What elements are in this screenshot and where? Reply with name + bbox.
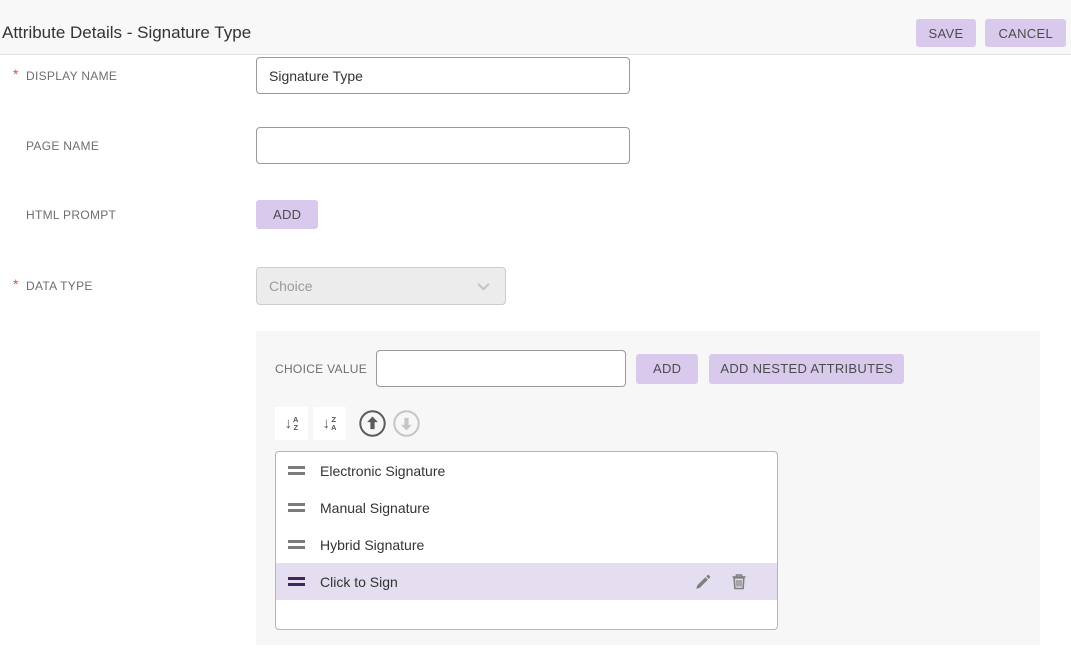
sort-z-a-icon: ↓ ZA <box>323 416 337 431</box>
sort-descending-button[interactable]: ↓ ZA <box>313 407 346 440</box>
delete-button[interactable] <box>730 573 747 590</box>
choice-item-label: Electronic Signature <box>320 463 445 479</box>
required-asterisk: * <box>13 68 21 80</box>
data-type-row: * DATA TYPE Choice <box>0 267 506 305</box>
choice-sort-toolbar: ↓ AZ ↓ ZA <box>275 407 1040 440</box>
item-actions <box>695 573 777 590</box>
edit-button[interactable] <box>695 573 712 590</box>
choice-list: Electronic Signature Manual Signature Hy… <box>275 451 778 630</box>
trash-icon <box>731 573 747 590</box>
page-name-label-cell: PAGE NAME <box>13 139 256 153</box>
choice-item-label: Click to Sign <box>320 574 398 590</box>
drag-handle-icon[interactable] <box>288 466 305 475</box>
list-item[interactable]: Hybrid Signature <box>276 526 777 563</box>
choice-value-row: CHOICE VALUE ADD ADD NESTED ATTRIBUTES <box>275 350 1040 387</box>
choice-item-label: Hybrid Signature <box>320 537 424 553</box>
move-down-button[interactable] <box>391 408 422 439</box>
html-prompt-label-cell: HTML PROMPT <box>13 208 256 222</box>
display-name-label-cell: * DISPLAY NAME <box>13 69 256 83</box>
data-type-select: Choice <box>256 267 506 305</box>
page-name-row: PAGE NAME <box>0 127 630 164</box>
page-name-input[interactable] <box>256 127 630 164</box>
move-up-button[interactable] <box>357 408 388 439</box>
header-actions: SAVE CANCEL <box>916 19 1066 47</box>
arrow-down-circle-icon <box>392 409 421 438</box>
choice-value-label: CHOICE VALUE <box>275 362 376 376</box>
display-name-label: DISPLAY NAME <box>26 69 117 83</box>
arrow-up-circle-icon <box>358 409 387 438</box>
add-nested-attributes-button[interactable]: ADD NESTED ATTRIBUTES <box>709 354 904 384</box>
data-type-label-cell: * DATA TYPE <box>13 279 256 293</box>
chevron-down-icon <box>474 277 493 296</box>
choice-value-input[interactable] <box>376 350 626 387</box>
cancel-button[interactable]: CANCEL <box>985 19 1066 47</box>
pencil-icon <box>695 573 712 590</box>
add-choice-button[interactable]: ADD <box>636 354 698 384</box>
page-name-label: PAGE NAME <box>26 139 99 153</box>
page-title: Attribute Details - Signature Type <box>2 23 916 43</box>
drag-handle-icon[interactable] <box>288 540 305 549</box>
html-prompt-add-button[interactable]: ADD <box>256 200 318 229</box>
list-item[interactable]: Electronic Signature <box>276 452 777 489</box>
data-type-label: DATA TYPE <box>26 279 93 293</box>
attribute-details-dialog: Attribute Details - Signature Type SAVE … <box>0 0 1071 654</box>
html-prompt-row: HTML PROMPT ADD <box>0 200 318 229</box>
sort-ascending-button[interactable]: ↓ AZ <box>275 407 308 440</box>
dialog-header: Attribute Details - Signature Type SAVE … <box>0 0 1071 55</box>
save-button[interactable]: SAVE <box>916 19 977 47</box>
sort-a-z-icon: ↓ AZ <box>285 416 299 431</box>
drag-handle-icon[interactable] <box>288 577 305 586</box>
list-item[interactable]: Manual Signature <box>276 489 777 526</box>
list-item-selected[interactable]: Click to Sign <box>276 563 777 600</box>
display-name-row: * DISPLAY NAME <box>0 57 630 94</box>
choice-item-label: Manual Signature <box>320 500 430 516</box>
display-name-input[interactable] <box>256 57 630 94</box>
html-prompt-label: HTML PROMPT <box>26 208 116 222</box>
data-type-selected-value: Choice <box>269 278 313 294</box>
required-asterisk: * <box>13 278 21 290</box>
choice-values-panel: CHOICE VALUE ADD ADD NESTED ATTRIBUTES ↓… <box>256 331 1040 645</box>
drag-handle-icon[interactable] <box>288 503 305 512</box>
